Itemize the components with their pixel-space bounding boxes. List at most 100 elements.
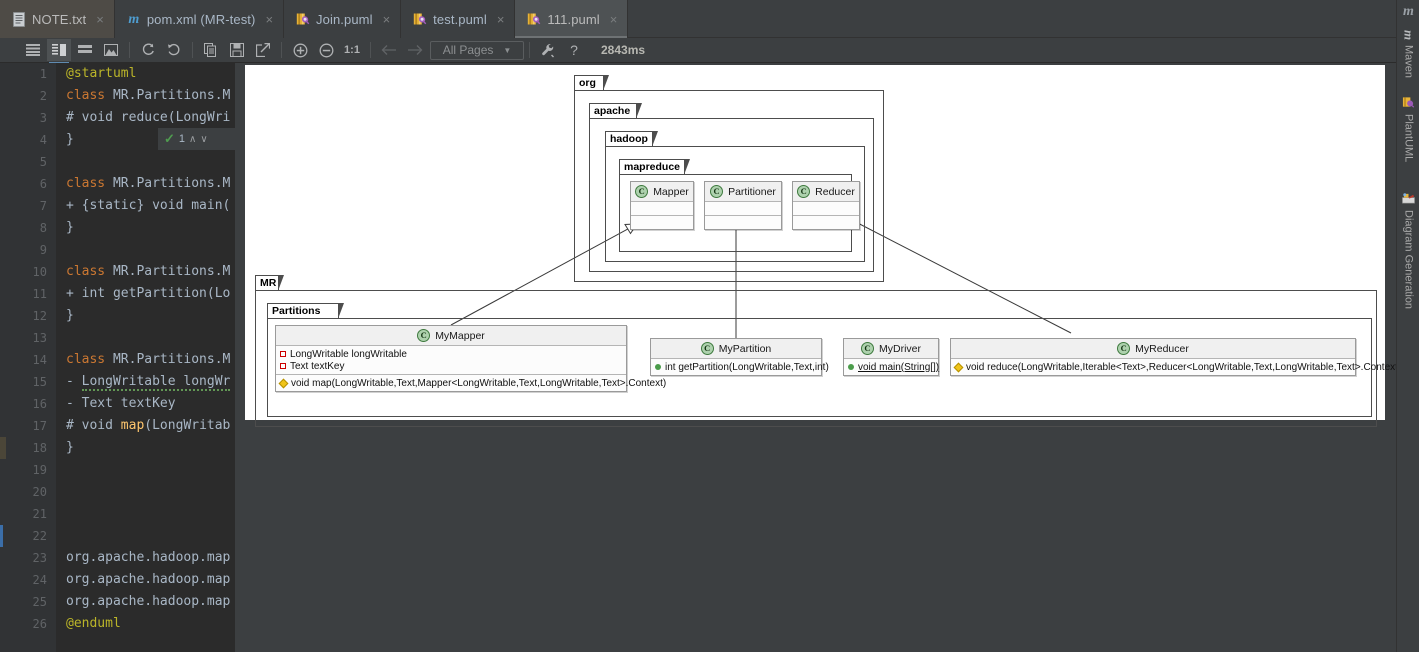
code-line: # void reduce(LongWri <box>66 107 230 129</box>
code-line: org.apache.hadoop.map <box>66 591 230 613</box>
editor-tab-join-puml[interactable]: Join.puml × <box>284 0 402 38</box>
close-icon[interactable]: × <box>610 13 618 26</box>
help-icon[interactable]: ? <box>562 39 586 61</box>
editor-tab-pom-xml-mr-test[interactable]: m pom.xml (MR-test) × <box>114 0 285 38</box>
uml-class-Mapper[interactable]: C Mapper <box>630 181 694 230</box>
close-icon[interactable]: × <box>96 13 104 26</box>
uml-member: LongWritable longWritable <box>276 348 626 360</box>
code-token: } <box>66 132 74 147</box>
rail-item-plantuml[interactable]: PlantUML <box>1397 92 1419 162</box>
code-line: class MR.Partitions.M <box>66 173 230 195</box>
puml-file-icon <box>528 13 541 24</box>
inspection-next-icon[interactable]: ∨ <box>200 134 207 145</box>
editor-tab-note-txt[interactable]: NOTE.txt × <box>0 0 115 38</box>
uml-member-label: int getPartition(LongWritable,Text,int) <box>665 361 829 373</box>
zoom-out-icon[interactable] <box>314 39 338 61</box>
class-badge-icon: C <box>635 185 649 198</box>
render-time-label: 2843ms <box>601 43 646 57</box>
uml-member: int getPartition(LongWritable,Text,int) <box>651 361 829 373</box>
open-external-icon[interactable] <box>251 39 275 61</box>
copy-icon[interactable] <box>199 39 223 61</box>
uml-class-MyPartition[interactable]: C MyPartition int getPartition(LongWrita… <box>650 338 829 376</box>
code-line: class MR.Partitions.M <box>66 349 230 371</box>
prev-page-icon[interactable] <box>377 39 401 61</box>
uml-class-section <box>631 202 693 216</box>
code-line: } <box>66 305 74 327</box>
package-tab-Partitions: Partitions <box>267 303 344 319</box>
rail-item-label: Maven <box>1402 45 1415 79</box>
right-tool-rail: m m Maven PlantUML Diagram Generation <box>1396 0 1419 652</box>
line-number: 6 <box>39 177 47 191</box>
close-icon[interactable]: × <box>265 13 273 26</box>
uml-class-name: MyReducer <box>1135 342 1189 355</box>
inspection-count: 1 <box>178 133 186 145</box>
zoom-in-icon[interactable] <box>288 39 312 61</box>
rows-layout-icon[interactable] <box>73 39 97 61</box>
inspection-prev-icon[interactable]: ∧ <box>189 134 196 145</box>
rail-item-maven[interactable]: m Maven <box>1397 26 1419 78</box>
page-select[interactable]: All Pages ▼ <box>430 40 524 60</box>
wrench-icon[interactable] <box>536 39 560 61</box>
code-line: @enduml <box>66 613 121 635</box>
uml-member: void main(String[]) <box>844 361 939 373</box>
refresh-icon[interactable] <box>136 39 160 61</box>
visibility-protected-icon <box>278 378 289 388</box>
editor-gutter[interactable]: 1 2 3 4 5 6 7 8 9 10 11 12 13 14 15 16 17 18 19 20 21 22 23 24 2… <box>0 63 56 652</box>
uml-class-section <box>705 202 781 216</box>
uml-member-label: void reduce(LongWritable,Iterable<Text>,… <box>966 361 1396 373</box>
code-token: @startuml <box>66 66 137 81</box>
uml-class-MyMapper[interactable]: C MyMapper LongWritable longWritable Tex… <box>275 325 666 392</box>
page-select-value: All Pages <box>442 43 494 57</box>
code-text-area[interactable]: @startuml class MR.Partitions.M # void red… <box>56 63 235 652</box>
plantuml-preview-pane[interactable]: org apache hadoop mapreduce MR Partitions C M… <box>235 63 1396 652</box>
image-only-icon[interactable] <box>99 39 123 61</box>
line-number: 23 <box>32 551 47 565</box>
class-badge-icon: C <box>797 185 811 198</box>
class-badge-icon: C <box>417 329 431 342</box>
ide-window: NOTE.txt × m pom.xml (MR-test) × Join.puml × … <box>0 0 1419 652</box>
code-token: MR.Partitions.M <box>112 352 231 367</box>
uml-class-Partitioner[interactable]: C Partitioner <box>704 181 782 230</box>
close-icon[interactable]: × <box>383 13 391 26</box>
class-badge-icon: C <box>710 185 724 198</box>
line-number: 5 <box>39 155 47 169</box>
code-token: # void reduce(LongWri <box>66 110 231 125</box>
code-token: + {static} void main( <box>66 198 231 213</box>
editor-tab-111-puml[interactable]: 111.puml × <box>515 0 629 38</box>
save-icon[interactable] <box>225 39 249 61</box>
uml-member-label: void map(LongWritable,Text,Mapper<LongWr… <box>291 377 667 389</box>
editor-tab-test-puml[interactable]: test.puml × <box>401 0 516 38</box>
visibility-public-icon <box>848 364 854 370</box>
uml-class-MyReducer[interactable]: C MyReducer void reduce(LongWritable,Ite… <box>950 338 1396 376</box>
code-token: - Text textKey <box>66 396 176 411</box>
note-file-icon <box>13 11 25 27</box>
uml-class-name: MyMapper <box>435 329 485 342</box>
inspection-widget[interactable]: ✓ 1 ∧ ∨ <box>158 128 235 150</box>
reload-icon[interactable] <box>162 39 186 61</box>
line-number: 18 <box>32 441 47 455</box>
package-label: mapreduce <box>624 160 683 173</box>
rail-item-diagram-generation[interactable]: Diagram Generation <box>1397 188 1419 309</box>
zoom-reset-button[interactable]: 1:1 <box>340 39 364 61</box>
uml-diagram-canvas[interactable]: org apache hadoop mapreduce MR Partitions C M… <box>245 65 1396 427</box>
uml-class-MyDriver[interactable]: C MyDriver void main(String[]) <box>843 338 939 376</box>
code-editor[interactable]: 1 2 3 4 5 6 7 8 9 10 11 12 13 14 15 16 17 18 19 20 21 22 23 24 2… <box>0 63 235 652</box>
uml-class-section: void main(String[]) <box>844 359 939 375</box>
code-token: map <box>120 418 145 433</box>
line-number: 16 <box>32 397 47 411</box>
line-number: 8 <box>39 221 47 235</box>
class-badge-icon: C <box>1117 342 1131 355</box>
close-icon[interactable]: × <box>497 13 505 26</box>
code-token: MR.Partitions.M <box>112 176 231 191</box>
uml-member: void reduce(LongWritable,Iterable<Text>,… <box>951 361 1396 373</box>
next-page-icon[interactable] <box>403 39 427 61</box>
uml-class-header: C MyPartition <box>651 339 821 359</box>
class-badge-icon: C <box>700 342 714 355</box>
uml-class-Reducer[interactable]: C Reducer <box>792 181 860 230</box>
lines-layout-icon[interactable] <box>21 39 45 61</box>
tab-label: pom.xml (MR-test) <box>146 11 256 27</box>
split-layout-icon[interactable] <box>47 39 71 64</box>
tab-label: test.puml <box>433 11 487 27</box>
code-line: } <box>66 437 74 459</box>
code-token: } <box>66 308 74 323</box>
